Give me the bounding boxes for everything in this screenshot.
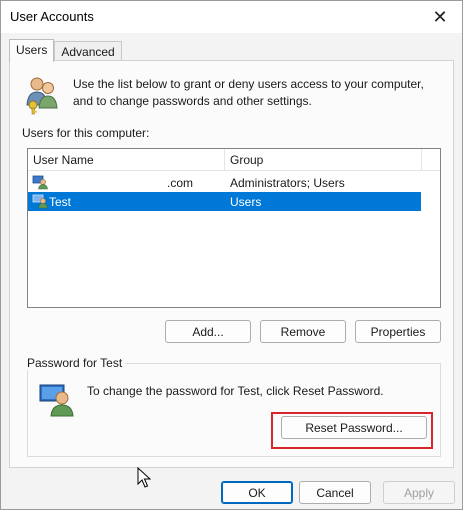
remove-button-label: Remove — [280, 324, 326, 339]
column-header-group[interactable]: Group — [230, 153, 263, 167]
user-row[interactable]: .com Administrators; Users — [28, 173, 421, 192]
users-list-caption: Users for this computer: — [22, 126, 150, 140]
remove-button[interactable]: Remove — [260, 320, 346, 343]
intro-line-1: Use the list below to grant or deny user… — [73, 77, 424, 91]
highlight-box — [271, 412, 433, 449]
user-password-icon — [39, 384, 74, 417]
add-button[interactable]: Add... — [165, 320, 251, 343]
add-button-label: Add... — [192, 324, 224, 339]
tab-strip: Users Advanced — [9, 39, 122, 62]
column-header-user-name[interactable]: User Name — [33, 153, 94, 167]
users-tab-panel: Use the list below to grant or deny user… — [9, 60, 454, 468]
tab-users[interactable]: Users — [9, 39, 55, 62]
window-title: User Accounts — [10, 9, 94, 24]
user-account-icon — [32, 194, 48, 209]
cancel-button[interactable]: Cancel — [299, 481, 371, 504]
column-separator[interactable] — [224, 149, 225, 171]
users-list[interactable]: User Name Group .com Administrators; Use… — [27, 148, 441, 308]
user-account-icon — [32, 175, 48, 190]
user-name-cell: Test — [49, 195, 72, 209]
ok-button[interactable]: OK — [221, 481, 293, 504]
title-bar: User Accounts ✕ — [1, 1, 462, 33]
apply-button[interactable]: Apply — [383, 481, 455, 504]
users-keys-icon — [26, 77, 58, 115]
password-message: To change the password for Test, click R… — [87, 384, 384, 398]
password-group-title: Password for Test — [24, 356, 126, 370]
properties-button-label: Properties — [370, 324, 426, 339]
cancel-button-label: Cancel — [316, 485, 354, 500]
ok-button-label: OK — [248, 485, 266, 500]
user-name-cell: .com — [167, 176, 194, 190]
column-separator[interactable] — [421, 149, 422, 171]
mouse-pointer-icon — [137, 467, 151, 488]
group-cell: Administrators; Users — [230, 176, 345, 190]
intro-text: Use the list below to grant or deny user… — [73, 76, 443, 110]
users-list-header: User Name Group — [28, 149, 440, 171]
intro-line-2: and to change passwords and other settin… — [73, 94, 312, 108]
group-cell: Users — [230, 195, 262, 209]
apply-button-label: Apply — [403, 485, 435, 500]
tab-advanced-label: Advanced — [61, 45, 115, 59]
tab-advanced[interactable]: Advanced — [54, 41, 122, 62]
close-button[interactable]: ✕ — [418, 1, 462, 33]
properties-button[interactable]: Properties — [355, 320, 441, 343]
user-row-selected[interactable]: Test Users — [28, 192, 421, 211]
tab-users-label: Users — [16, 43, 48, 57]
user-accounts-dialog: User Accounts ✕ Users Advanced Use the l… — [0, 0, 463, 510]
close-icon: ✕ — [432, 6, 448, 27]
